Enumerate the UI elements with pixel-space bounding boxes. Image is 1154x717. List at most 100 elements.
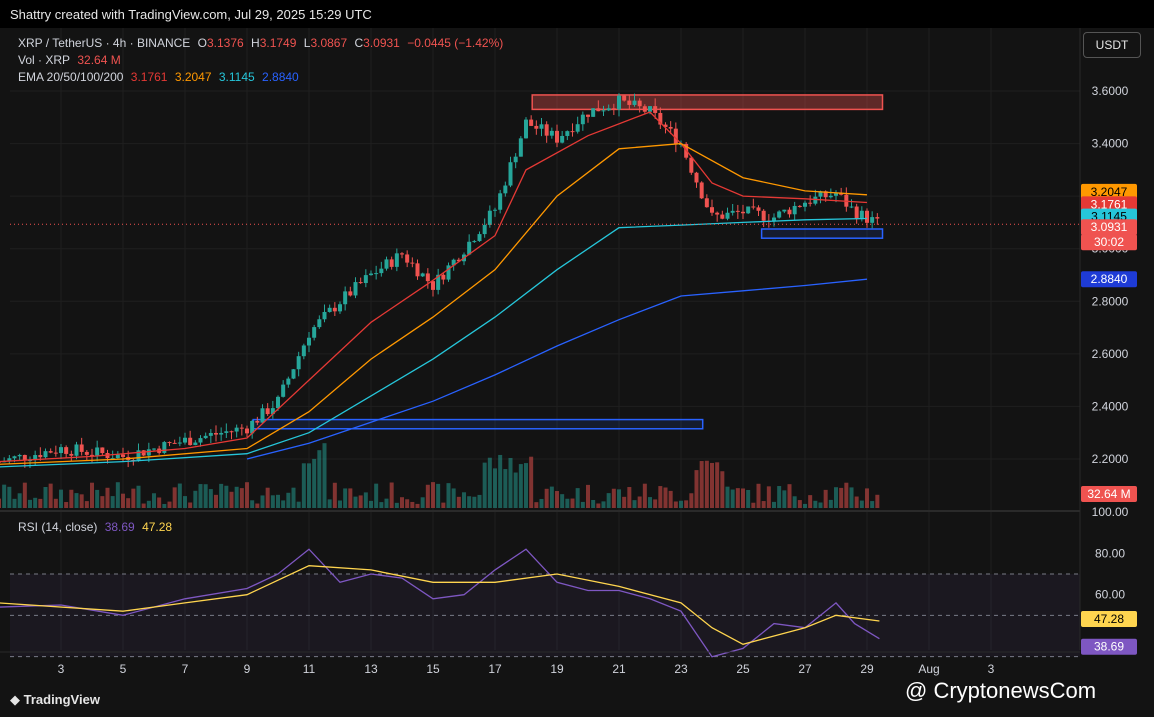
candle-body — [193, 442, 198, 446]
candle-body — [803, 202, 807, 207]
candle-body — [172, 442, 177, 444]
candle-body — [524, 119, 528, 139]
credit-text: Shattry created with TradingView.com, Ju… — [10, 7, 372, 22]
volume-bar — [374, 483, 379, 508]
volume-bar — [518, 464, 523, 508]
candle-body — [493, 209, 497, 211]
candle-body — [38, 455, 43, 458]
candle-body — [777, 211, 782, 218]
time-tick-label: 19 — [550, 662, 564, 676]
volume-bar — [7, 486, 12, 508]
volume-bar — [823, 489, 828, 508]
candle-body — [477, 234, 482, 242]
zone-box — [760, 228, 884, 239]
volume-bar — [679, 500, 683, 508]
legend-high: 3.1749 — [259, 36, 297, 50]
candle-body — [208, 432, 213, 436]
candle-body — [653, 106, 658, 113]
volume-bar — [487, 457, 492, 508]
candle-body — [560, 135, 565, 143]
candle-body — [611, 108, 616, 110]
candle-body — [415, 263, 420, 277]
volume-bar — [627, 487, 632, 508]
candle-body — [503, 185, 508, 194]
candle-body — [508, 162, 513, 186]
candle-body — [177, 442, 182, 444]
volume-bar — [410, 501, 415, 508]
volume-bar — [115, 482, 120, 508]
legend-ema: EMA 20/50/100/200 3.1761 3.2047 3.1145 2… — [18, 70, 303, 84]
time-tick-label: 5 — [120, 662, 127, 676]
price-tick-label: 2.6000 — [1092, 347, 1129, 361]
volume-bar — [317, 450, 322, 508]
candle-body — [229, 431, 234, 433]
candle-body — [12, 456, 17, 459]
volume-bar — [2, 484, 7, 508]
volume-bar — [415, 503, 420, 508]
currency-unit-button[interactable]: USDT — [1083, 32, 1141, 58]
volume-bar — [508, 457, 513, 508]
candle-body — [286, 378, 291, 385]
legend-symbol: XRP / TetherUS · 4h · BINANCE — [18, 36, 191, 50]
candle-body — [689, 157, 694, 173]
candle-body — [95, 447, 100, 456]
volume-bar — [653, 499, 658, 508]
volume-bar — [849, 487, 854, 508]
volume-bar — [663, 487, 668, 508]
volume-bar — [498, 454, 503, 508]
volume-bar — [575, 488, 580, 508]
time-tick-label: 13 — [364, 662, 378, 676]
volume-bar — [43, 486, 48, 508]
volume-bar — [12, 498, 17, 508]
candle-body — [69, 453, 74, 456]
volume-bar — [327, 499, 332, 508]
legend-vol-value: 32.64 M — [77, 53, 121, 67]
volume-bar — [260, 495, 265, 508]
legend-ema-label: EMA 20/50/100/200 — [18, 70, 124, 84]
volume-bar — [456, 496, 461, 508]
candle-body — [291, 369, 296, 379]
candle-body — [48, 451, 53, 453]
price-chart[interactable]: 3.60003.40003.20003.00002.80002.60002.40… — [0, 28, 1154, 692]
candle-body — [725, 212, 730, 219]
volume-bar — [808, 495, 813, 508]
volume-bar — [167, 501, 172, 508]
legend-ema100: 3.1145 — [218, 70, 255, 84]
volume-bar — [451, 488, 456, 508]
price-tick-label: 3.4000 — [1092, 137, 1129, 151]
volume-bar — [782, 490, 787, 508]
volume-bar — [22, 482, 27, 508]
candle-body — [394, 253, 399, 267]
candle-body — [632, 100, 637, 105]
candle-body — [431, 281, 435, 290]
volume-bar — [720, 471, 725, 508]
candle-body — [694, 172, 699, 183]
candle-body — [183, 437, 187, 443]
price-tick-label: 2.2000 — [1092, 452, 1129, 466]
volume-bar — [131, 488, 136, 508]
volume-bar — [172, 487, 177, 508]
volume-bar — [389, 482, 394, 508]
volume-bar — [694, 470, 699, 508]
volume-bar — [441, 502, 446, 508]
candle-body — [234, 427, 239, 432]
volume-bar — [33, 497, 38, 508]
volume-bar — [828, 499, 833, 508]
candle-body — [699, 182, 704, 199]
volume-bar — [74, 493, 79, 508]
candle-body — [245, 428, 249, 434]
candle-body — [100, 447, 105, 454]
candle-body — [792, 205, 797, 215]
volume-bar — [818, 502, 823, 508]
time-tick-label: 21 — [612, 662, 626, 676]
volume-bar — [684, 500, 689, 508]
volume-bar — [446, 483, 451, 508]
candle-body — [420, 273, 425, 277]
tradingview-logo[interactable]: ◆ TradingView — [10, 692, 100, 708]
candle-body — [389, 259, 394, 267]
candle-body — [146, 449, 151, 456]
candle-body — [601, 110, 606, 112]
volume-bar — [632, 500, 637, 508]
candle-body — [369, 273, 373, 276]
candle-body — [152, 448, 156, 450]
